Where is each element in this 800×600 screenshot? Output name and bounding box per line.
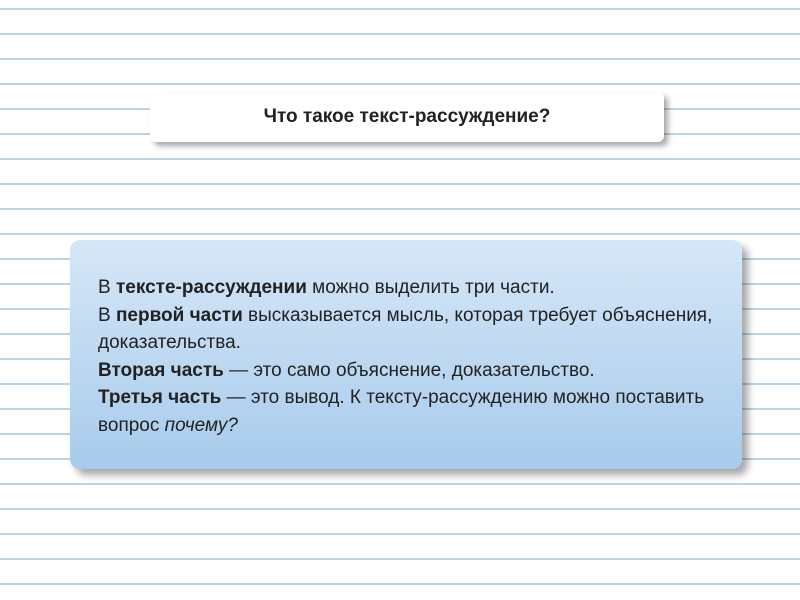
line1-rest: можно выделить три части. [307,277,555,298]
line3-rest: — это само объяснение, доказательство. [224,360,595,381]
body-card: В тексте-рассуждении можно выделить три … [70,240,742,469]
content-wrapper: Что такое текст-рассуждение? В тексте-ра… [0,0,800,600]
line1-bold: тексте-рассуждении [116,277,307,298]
line4-italic: почему? [165,415,238,436]
line3-bold: Вторая часть [98,360,224,381]
title-text: Что такое текст-рассуждение? [170,106,644,128]
line2-prefix: В [98,305,116,326]
body-paragraph: В тексте-рассуждении можно выделить три … [98,274,714,439]
line2-bold: первой части [116,305,243,326]
line4-bold: Третья часть [98,387,221,408]
title-card: Что такое текст-рассуждение? [150,92,664,142]
line1-prefix: В [98,277,116,298]
